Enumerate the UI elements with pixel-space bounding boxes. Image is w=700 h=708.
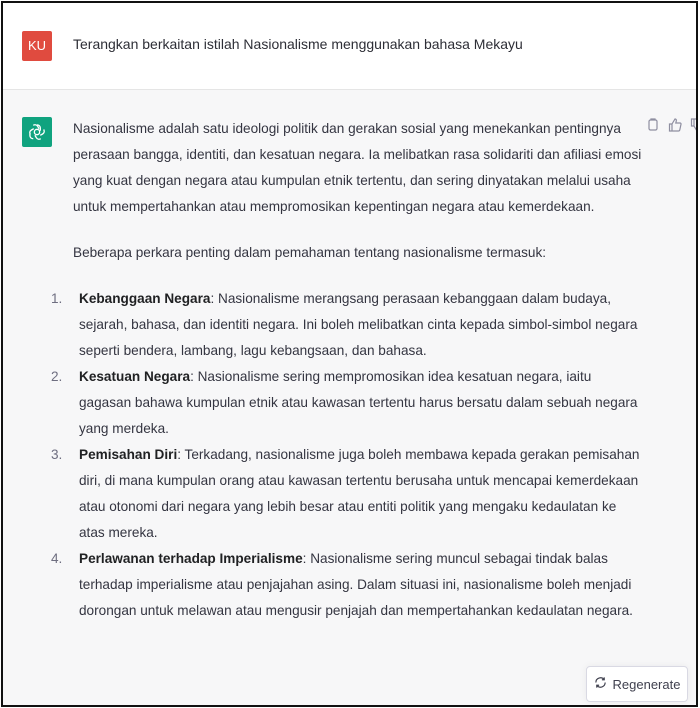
list-item: 4. Perlawanan terhadap Imperialisme: Nasi… xyxy=(51,546,643,624)
item-title: Perlawanan terhadap Imperialisme xyxy=(79,551,303,566)
list-item: 3. Pemisahan Diri: Terkadang, nasionalism… xyxy=(51,442,643,546)
user-message-row: KU Terangkan berkaitan istilah Nasionali… xyxy=(3,3,696,90)
lead-paragraph: Beberapa perkara penting dalam pemahaman… xyxy=(73,245,547,260)
item-title: Kebanggaan Negara xyxy=(79,291,211,306)
list-number: 4. xyxy=(51,551,63,566)
chatgpt-logo-icon xyxy=(22,117,52,147)
chat-window: KU Terangkan berkaitan istilah Nasionali… xyxy=(1,1,698,707)
list-number: 1. xyxy=(51,291,63,306)
assistant-message-row: Nasionalisme adalah satu ideologi politi… xyxy=(3,89,696,705)
message-actions xyxy=(646,118,696,132)
regenerate-button[interactable]: Regenerate xyxy=(586,666,688,702)
user-message-text: Terangkan berkaitan istilah Nasionalisme… xyxy=(73,36,523,52)
thumbs-down-icon[interactable] xyxy=(690,118,696,132)
user-avatar: KU xyxy=(22,31,52,61)
list-item: 1. Kebanggaan Negara: Nasionalisme merang… xyxy=(51,286,643,364)
thumbs-up-icon[interactable] xyxy=(668,118,682,132)
points-list: 1. Kebanggaan Negara: Nasionalisme merang… xyxy=(51,286,643,624)
refresh-icon xyxy=(594,676,607,692)
intro-paragraph: Nasionalisme adalah satu ideologi politi… xyxy=(73,121,642,214)
list-number: 2. xyxy=(51,369,63,384)
item-title: Pemisahan Diri xyxy=(79,447,178,462)
list-number: 3. xyxy=(51,447,63,462)
item-title: Kesatuan Negara xyxy=(79,369,191,384)
regenerate-label: Regenerate xyxy=(612,676,681,692)
list-item: 2. Kesatuan Negara: Nasionalisme sering m… xyxy=(51,364,643,442)
assistant-message-content: Nasionalisme adalah satu ideologi politi… xyxy=(51,116,643,624)
copy-icon[interactable] xyxy=(646,118,660,132)
